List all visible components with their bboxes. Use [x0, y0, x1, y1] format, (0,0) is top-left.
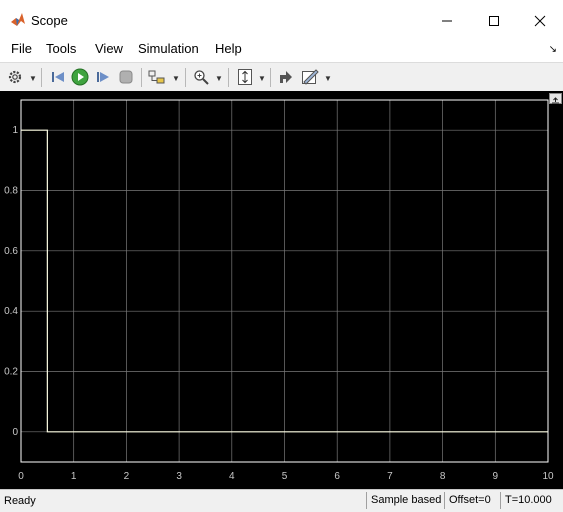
x-tick-label: 0	[18, 471, 24, 482]
step-forward-button[interactable]	[94, 68, 112, 86]
step-back-button[interactable]	[49, 68, 67, 86]
x-tick-label: 5	[282, 471, 288, 482]
x-tick-label: 10	[542, 471, 554, 482]
chevron-down-icon[interactable]: ▼	[258, 74, 266, 83]
menu-simulation[interactable]: Simulation	[138, 41, 199, 56]
x-tick-label: 1	[71, 471, 77, 482]
title-bar: Scope	[0, 0, 563, 40]
autoscale-icon	[238, 69, 252, 85]
status-bar: Ready Sample based Offset=0 T=10.000	[0, 489, 563, 512]
step-forward-icon	[97, 72, 109, 82]
menu-view[interactable]: View	[95, 41, 123, 56]
toolbar-separator	[228, 68, 229, 87]
toolbar: ▼ ▼ ▼ ▼ ▼	[0, 62, 563, 93]
x-tick-label: 6	[334, 471, 340, 482]
toolbar-separator	[141, 68, 142, 87]
minimize-icon	[442, 20, 452, 22]
zoom-button[interactable]	[192, 68, 210, 86]
measurements-icon	[302, 69, 319, 85]
restore-layout-button[interactable]	[277, 68, 295, 86]
window-title: Scope	[31, 13, 68, 28]
minimize-button[interactable]	[432, 8, 462, 34]
maximize-icon	[489, 16, 499, 26]
restore-icon	[280, 71, 292, 83]
zoom-icon	[194, 70, 209, 85]
menu-bar: File Tools View Simulation Help ↘	[0, 40, 563, 62]
chevron-down-icon[interactable]: ▼	[172, 74, 180, 83]
step-back-icon	[52, 72, 64, 82]
x-tick-label: 4	[229, 471, 235, 482]
y-tick-label: 1	[12, 125, 18, 136]
x-tick-label: 8	[440, 471, 446, 482]
y-tick-label: 0.8	[4, 186, 18, 197]
y-tick-label: 0	[12, 427, 18, 438]
status-time: T=10.000	[500, 492, 563, 509]
run-icon	[71, 68, 89, 86]
undock-button[interactable]	[549, 93, 562, 104]
menu-help[interactable]: Help	[215, 41, 242, 56]
x-tick-label: 7	[387, 471, 393, 482]
menu-collapse-icon[interactable]: ↘	[549, 44, 557, 55]
chevron-down-icon[interactable]: ▼	[215, 74, 223, 83]
toolbar-separator	[41, 68, 42, 87]
scope-plot: 0 1 2 3 4 5 6 7 8 9 10 0 0.2 0.4 0.6 0.8 1	[4, 99, 554, 482]
y-tick-label: 0.2	[4, 367, 18, 378]
undock-icon	[552, 97, 559, 104]
y-tick-label: 0.6	[4, 246, 18, 257]
plot-area: 0 1 2 3 4 5 6 7 8 9 10 0 0.2 0.4 0.6 0.8 1	[0, 91, 563, 489]
x-tick-label: 9	[493, 471, 499, 482]
close-icon	[534, 15, 546, 27]
maximize-button[interactable]	[479, 8, 509, 34]
autoscale-button[interactable]	[236, 68, 254, 86]
chevron-down-icon[interactable]: ▼	[324, 74, 332, 83]
stop-icon	[119, 70, 133, 84]
menu-file[interactable]: File	[11, 41, 32, 56]
gear-icon	[8, 70, 22, 84]
menu-tools[interactable]: Tools	[46, 41, 76, 56]
x-tick-label: 2	[124, 471, 130, 482]
highlight-block-icon	[148, 70, 165, 84]
x-tick-label: 3	[176, 471, 182, 482]
status-sample-based: Sample based	[366, 492, 442, 509]
highlight-block-button[interactable]	[148, 68, 166, 86]
configuration-button[interactable]	[6, 68, 24, 86]
measurements-button[interactable]	[301, 68, 319, 86]
stop-button[interactable]	[117, 68, 135, 86]
matlab-icon	[11, 13, 25, 26]
toolbar-separator	[185, 68, 186, 87]
y-tick-label: 0.4	[4, 306, 18, 317]
status-ready: Ready	[4, 495, 36, 507]
close-button[interactable]	[525, 8, 555, 34]
run-button[interactable]	[71, 68, 89, 86]
status-offset: Offset=0	[444, 492, 498, 509]
toolbar-separator	[270, 68, 271, 87]
chevron-down-icon[interactable]: ▼	[29, 74, 37, 83]
